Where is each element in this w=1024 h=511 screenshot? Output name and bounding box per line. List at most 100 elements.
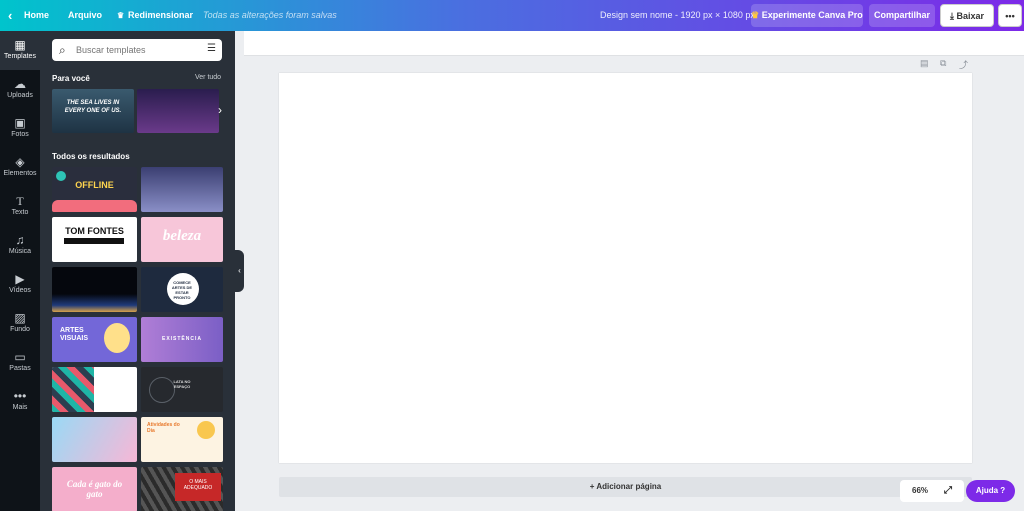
chevron-right-icon[interactable]: › (218, 103, 222, 117)
template-thumbnail[interactable]: Atividades do Dia (141, 417, 223, 462)
crown-icon: ♛ (751, 10, 760, 20)
search-input[interactable] (76, 42, 196, 58)
shapes-icon: ◈ (15, 155, 25, 169)
file-menu[interactable]: Arquivo (68, 0, 102, 31)
decoration (52, 367, 94, 412)
share-button[interactable]: Compartilhar (869, 4, 935, 27)
template-text: Cada é gato do gato (66, 479, 123, 499)
template-thumbnail[interactable] (137, 89, 219, 133)
template-thumbnail[interactable]: LATA NO ESPAÇO (141, 367, 223, 412)
template-thumbnail[interactable]: THE SEA LIVES IN EVERY ONE OF US. (52, 89, 134, 133)
download-icon: ⤓ (949, 11, 954, 21)
rail-label: Mais (12, 404, 28, 411)
rail-item-uploads[interactable]: ☁ Uploads (0, 70, 40, 109)
horizontal-scrollbar[interactable] (244, 504, 1017, 511)
vertical-scrollbar[interactable] (1017, 56, 1024, 506)
chevron-left-icon[interactable]: ‹ (8, 0, 12, 31)
rail-item-text[interactable]: T Texto (0, 187, 40, 226)
template-thumbnail[interactable]: beleza (141, 217, 223, 262)
templates-icon: ▦ (14, 38, 26, 52)
rail-item-background[interactable]: ▨ Fundo (0, 304, 40, 343)
text-icon: T (16, 194, 24, 208)
background-icon: ▨ (14, 311, 26, 325)
template-text: THE SEA LIVES IN EVERY ONE OF US. (64, 100, 122, 114)
rail-label: Música (8, 248, 32, 255)
decoration (197, 421, 215, 439)
crown-icon: ♛ (117, 11, 125, 20)
template-thumbnail[interactable]: EXISTÊNCIA (141, 317, 223, 362)
template-thumbnail[interactable]: TOM FONTES (52, 217, 137, 262)
template-text: OFFLINE (75, 180, 114, 190)
template-thumbnail[interactable] (52, 417, 137, 462)
template-text: LATA NO ESPAÇO (173, 379, 191, 389)
rail-label: Fotos (11, 131, 29, 138)
help-button[interactable]: Ajuda ? (966, 480, 1015, 502)
template-text: ARTES VISUAIS (60, 327, 89, 342)
duplicate-icon[interactable]: ⧉ (940, 58, 946, 69)
chevron-left-icon: ‹ (238, 266, 241, 275)
design-page[interactable] (279, 73, 972, 463)
zoom-control[interactable]: 66% ⤢ (900, 480, 964, 502)
cloud-upload-icon: ☁ (14, 77, 26, 91)
more-icon: ••• (13, 389, 27, 403)
template-thumbnail[interactable]: ARTES VISUAIS (52, 317, 137, 362)
rail-label: Fundo (10, 326, 30, 333)
template-text: EXISTÊNCIA (161, 336, 202, 342)
filter-icon[interactable]: ☰ (207, 43, 216, 54)
music-icon: ♫ (15, 233, 25, 247)
search-box: ⌕ ☰ (52, 39, 222, 61)
template-text: beleza (162, 228, 202, 244)
rail-label: Elementos (3, 170, 37, 177)
download-button[interactable]: ⤓ Baixar (940, 4, 994, 27)
section-title-for-you: Para você (52, 74, 90, 83)
template-text: TOM FONTES (65, 226, 124, 236)
template-thumbnail[interactable] (52, 267, 137, 312)
rail-label: Vídeos (9, 287, 31, 294)
rail-label: Pastas (9, 365, 31, 372)
template-thumbnail[interactable]: Cada é gato do gato (52, 467, 137, 511)
collapse-panel-handle[interactable]: ‹ (235, 250, 244, 292)
template-text: O MAIS ADEQUADO (183, 479, 213, 491)
templates-panel: ⌕ ☰ Para você Ver tudo THE SEA LIVES IN … (40, 31, 235, 511)
search-icon: ⌕ (59, 43, 66, 57)
rail-item-folders[interactable]: ▭ Pastas (0, 343, 40, 382)
template-text: COMECE ARTES DE ESTAR PRONTO (171, 280, 193, 300)
rail-item-music[interactable]: ♫ Música (0, 226, 40, 265)
template-text: Atividades do Dia (147, 422, 180, 434)
design-title[interactable]: Design sem nome - 1920 px × 1080 px (600, 0, 755, 31)
rail-item-videos[interactable]: ▶ Vídeos (0, 265, 40, 304)
side-rail: ▦ Templates ☁ Uploads ▣ Fotos ◈ Elemento… (0, 31, 40, 511)
more-options-button[interactable]: ••• (998, 4, 1022, 27)
decoration (64, 238, 124, 244)
zoom-level: 66% (912, 486, 929, 495)
template-thumbnail[interactable]: OFFLINE (52, 167, 137, 212)
help-mark: ? (1000, 486, 1006, 495)
help-label: Ajuda (975, 486, 999, 495)
top-bar: ‹ Home Arquivo ♛ Redimensionar Todas as … (0, 0, 1024, 31)
try-pro-label: Experimente Canva Pro (761, 10, 863, 20)
add-page-button[interactable]: + Adicionar página (279, 477, 972, 497)
rail-item-elements[interactable]: ◈ Elementos (0, 148, 40, 187)
decoration (52, 200, 137, 212)
template-thumbnail[interactable] (141, 167, 223, 212)
try-pro-button[interactable]: ♛ Experimente Canva Pro (751, 4, 863, 27)
note-icon[interactable]: ▤ (920, 58, 929, 69)
template-thumbnail[interactable] (52, 367, 137, 412)
fullscreen-icon[interactable]: ⤢ (944, 480, 952, 502)
rail-item-photos[interactable]: ▣ Fotos (0, 109, 40, 148)
folder-icon: ▭ (14, 350, 26, 364)
video-icon: ▶ (15, 272, 25, 286)
section-title-all-results: Todos os resultados (52, 152, 130, 161)
add-page-icon[interactable]: ⤴ (959, 58, 968, 71)
decoration (104, 323, 130, 353)
home-button[interactable]: Home (24, 0, 49, 31)
template-thumbnail[interactable]: COMECE ARTES DE ESTAR PRONTO (141, 267, 223, 312)
template-thumbnail[interactable]: O MAIS ADEQUADO (141, 467, 223, 511)
rail-item-templates[interactable]: ▦ Templates (0, 31, 40, 70)
page-toolbar (244, 31, 1024, 56)
rail-item-more[interactable]: ••• Mais (0, 382, 40, 421)
image-icon: ▣ (14, 116, 26, 130)
resize-button[interactable]: Redimensionar (128, 0, 193, 31)
rail-label: Templates (4, 53, 36, 60)
see-all-link[interactable]: Ver tudo (195, 74, 221, 81)
